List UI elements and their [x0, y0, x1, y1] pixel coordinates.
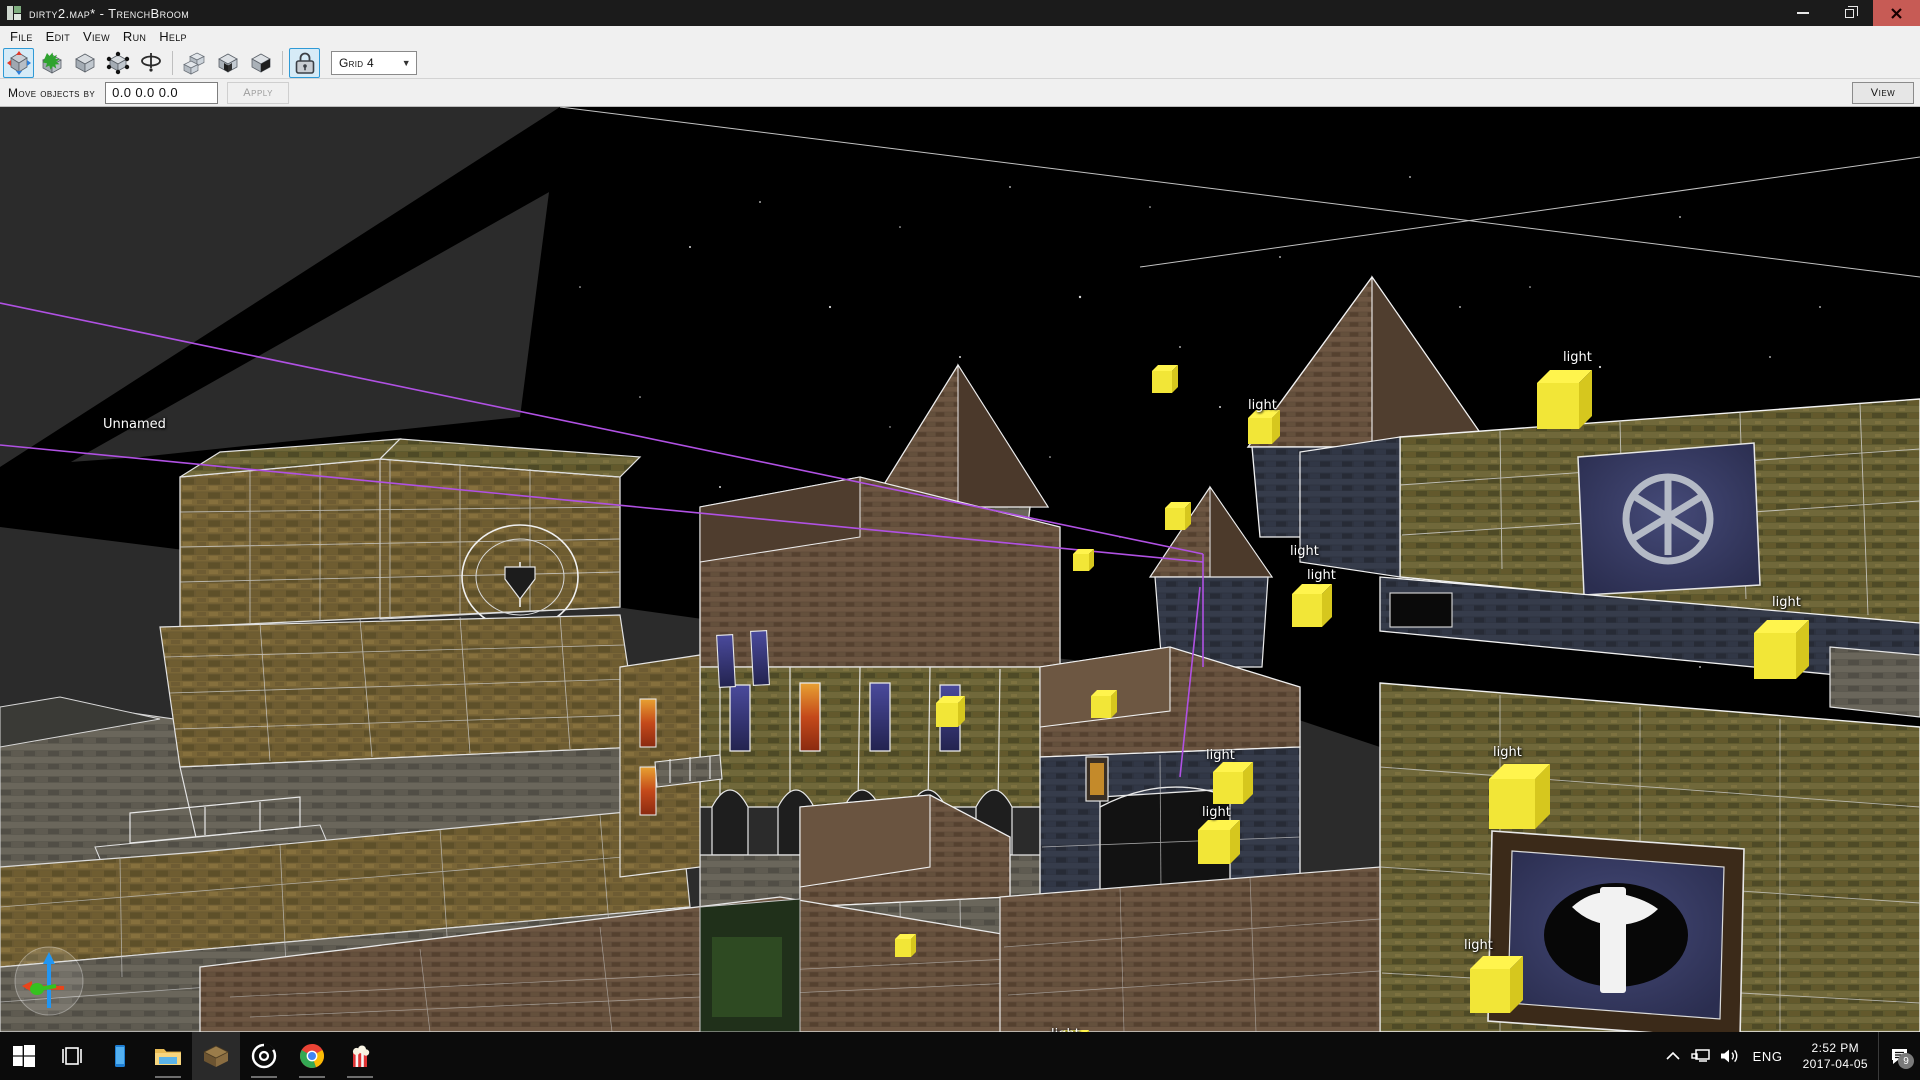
light-entity-box[interactable]	[1091, 690, 1117, 718]
file-explorer-icon	[155, 1049, 181, 1065]
lock-icon	[295, 52, 314, 74]
chrome-button[interactable]	[288, 1032, 336, 1080]
window-controls	[1779, 0, 1920, 26]
light-entity-box[interactable]	[1165, 502, 1191, 530]
tool-clip-icon	[74, 53, 95, 73]
gitkraken-icon	[251, 1043, 277, 1069]
mobile-device-button[interactable]	[96, 1032, 144, 1080]
network-icon	[1690, 1049, 1710, 1062]
close-button[interactable]	[1873, 0, 1920, 26]
notifications-button[interactable]: 9	[1878, 1032, 1920, 1080]
light-entity-box[interactable]	[1248, 410, 1280, 444]
minimize-icon	[1796, 12, 1809, 14]
tool-duplicate-icon	[182, 52, 205, 75]
tool-csg-subtract-button[interactable]	[212, 48, 243, 78]
taskbar: ENG 2:52 PM 2017-04-05 9	[0, 1032, 1920, 1080]
menu-file[interactable]: File	[7, 28, 43, 46]
main-toolbar: Grid 4 ▼	[0, 47, 1920, 79]
3d-viewport[interactable]: Unnamed light light light light light light lig…	[0, 107, 1920, 1032]
minimize-button[interactable]	[1779, 0, 1826, 26]
chrome-icon	[300, 1044, 324, 1068]
menu-view[interactable]: View	[80, 28, 120, 46]
notifications-badge: 9	[1898, 1053, 1914, 1069]
chevron-up-icon	[1666, 1051, 1680, 1060]
tool-csg-intersect-icon	[250, 53, 271, 73]
title-bar: dirty2.map* - TrenchBroom	[0, 0, 1920, 26]
tool-vertex-button[interactable]	[102, 48, 133, 78]
tool-texture-lock-button[interactable]	[289, 47, 320, 78]
light-entity-box[interactable]	[895, 934, 916, 957]
light-entity-box[interactable]	[1152, 365, 1178, 393]
mobile-device-icon	[115, 1045, 125, 1067]
toolbar-separator-1	[172, 50, 173, 75]
map-render	[0, 107, 1920, 1032]
light-entity-box[interactable]	[1198, 820, 1240, 864]
clock-date: 2017-04-05	[1802, 1057, 1868, 1071]
light-entity-box[interactable]	[936, 696, 965, 727]
tool-csg-intersect-button[interactable]	[245, 48, 276, 78]
menu-bar: File Edit View Run Help	[0, 26, 1920, 47]
tool-create-brush-icon	[41, 52, 62, 74]
chevron-down-icon: ▼	[401, 57, 411, 68]
view-button[interactable]: View	[1852, 82, 1914, 104]
gitkraken-button[interactable]	[240, 1032, 288, 1080]
volume-button[interactable]	[1715, 1032, 1743, 1080]
light-entity-box[interactable]	[1754, 620, 1809, 679]
tool-rotate-button[interactable]	[135, 48, 166, 78]
task-view-button[interactable]	[48, 1032, 96, 1080]
grid-size-value: Grid 4	[339, 55, 374, 70]
tool-move-objects-icon	[6, 50, 31, 75]
axis-compass	[12, 944, 86, 1018]
tool-csg-subtract-icon	[217, 53, 238, 73]
move-objects-input[interactable]: 0.0 0.0 0.0	[105, 81, 219, 104]
popcorn-time-icon	[352, 1045, 370, 1067]
trenchbroom-button[interactable]	[192, 1032, 240, 1080]
toolbar-separator-2	[282, 50, 283, 75]
trenchbroom-icon	[203, 1045, 229, 1067]
clock[interactable]: 2:52 PM 2017-04-05	[1793, 1040, 1878, 1072]
maximize-button[interactable]	[1826, 0, 1873, 26]
trenchbroom-icon	[7, 6, 21, 20]
tool-rotate-icon	[140, 52, 161, 72]
file-explorer-button[interactable]	[144, 1032, 192, 1080]
light-entity-box[interactable]	[1470, 956, 1523, 1013]
menu-edit[interactable]: Edit	[43, 28, 80, 46]
restore-icon	[1845, 5, 1858, 18]
move-objects-label: Move objects by	[8, 85, 96, 100]
language-indicator[interactable]: ENG	[1743, 1049, 1793, 1064]
light-entity-box[interactable]	[1537, 370, 1592, 429]
clock-time: 2:52 PM	[1811, 1041, 1860, 1055]
apply-button[interactable]: Apply	[227, 81, 290, 104]
menu-help[interactable]: Help	[156, 28, 197, 46]
tool-clip-button[interactable]	[69, 48, 100, 78]
grid-size-select[interactable]: Grid 4 ▼	[331, 50, 417, 75]
volume-icon	[1720, 1049, 1738, 1063]
tool-move-objects-button[interactable]	[3, 47, 34, 78]
tray-overflow-button[interactable]	[1659, 1032, 1687, 1080]
light-entity-box[interactable]	[1292, 584, 1332, 627]
popcorn-time-button[interactable]	[336, 1032, 384, 1080]
start-button[interactable]	[0, 1032, 48, 1080]
tool-vertex-icon	[106, 51, 129, 74]
tool-duplicate-button[interactable]	[179, 48, 210, 78]
window-title: dirty2.map* - TrenchBroom	[29, 5, 190, 21]
menu-run[interactable]: Run	[120, 28, 156, 46]
system-tray: ENG 2:52 PM 2017-04-05 9	[1659, 1032, 1920, 1080]
light-entity-box[interactable]	[1489, 764, 1550, 829]
network-button[interactable]	[1687, 1032, 1715, 1080]
close-icon	[1891, 7, 1902, 19]
task-view-icon	[62, 1047, 82, 1065]
light-entity-box[interactable]	[1213, 762, 1253, 804]
move-objects-toolbar: Move objects by 0.0 0.0 0.0 Apply View	[0, 79, 1920, 107]
start-button-icon	[13, 1045, 35, 1067]
trenchbroom-window: dirty2.map* - TrenchBroom File Edit View…	[0, 0, 1920, 1080]
light-entity-box[interactable]	[1073, 549, 1094, 571]
tool-create-brush-button[interactable]	[36, 48, 67, 78]
